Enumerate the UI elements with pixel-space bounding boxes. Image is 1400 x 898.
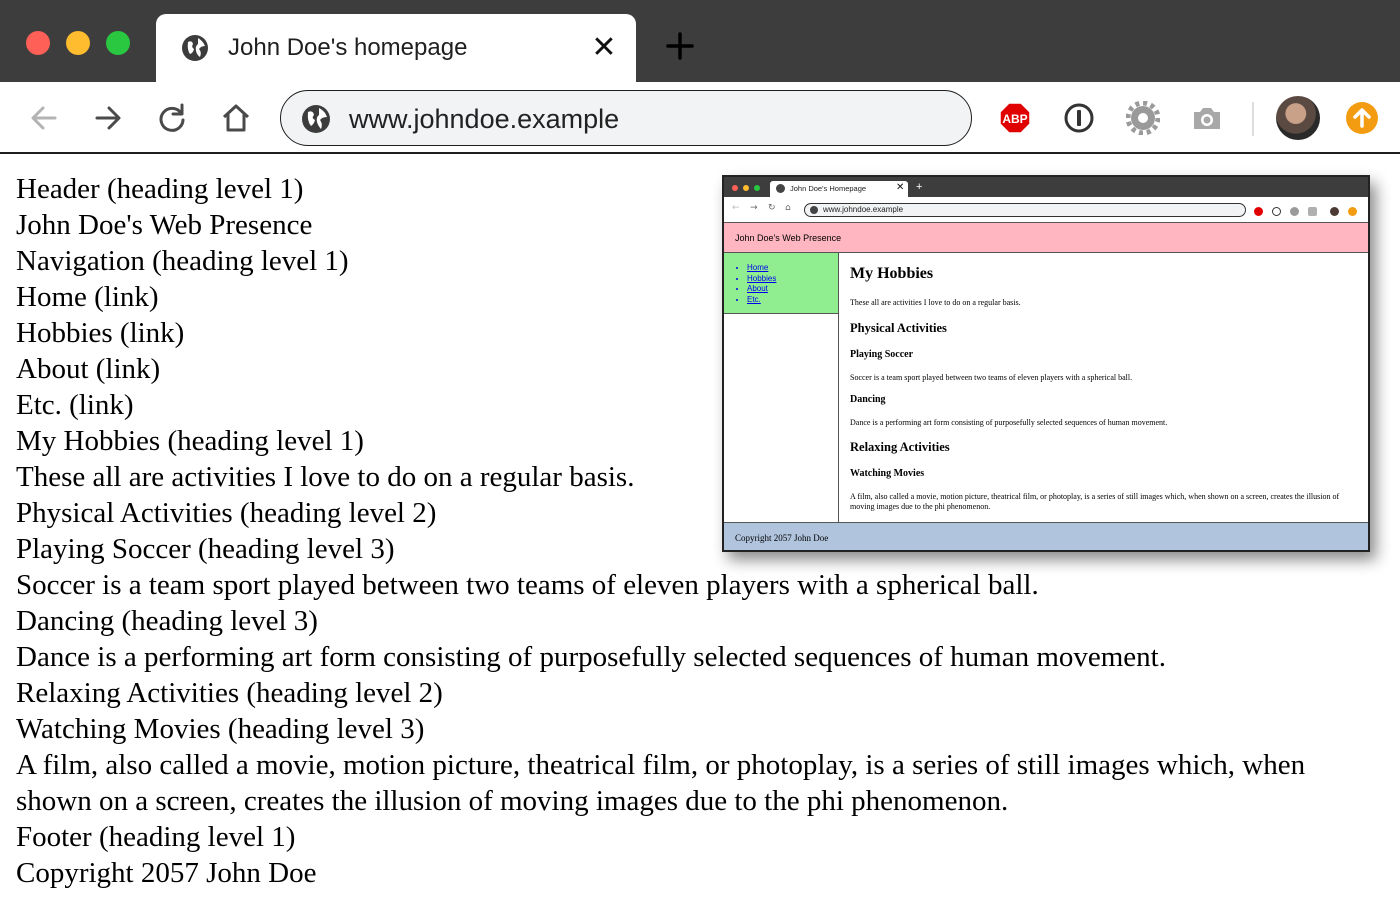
home-icon[interactable] <box>219 101 253 135</box>
preview-heading-2: Relaxing Activities <box>850 440 950 454</box>
window-minimize-button[interactable] <box>66 31 90 55</box>
text-line: Dancing (heading level 3) <box>16 605 318 637</box>
preview-close-dot <box>732 185 738 191</box>
preview-nav-link-etc[interactable]: Etc. <box>747 295 776 306</box>
camera-icon <box>1308 207 1317 216</box>
globe-icon <box>302 105 330 133</box>
settings-gear-icon <box>1290 207 1299 216</box>
tab-close-icon[interactable]: ✕ <box>590 33 618 63</box>
window-close-button[interactable] <box>26 31 50 55</box>
text-line: A film, also called a movie, motion pict… <box>16 749 1306 817</box>
address-bar[interactable]: www.johndoe.example <box>280 90 972 146</box>
new-tab-plus-icon[interactable] <box>664 30 696 62</box>
preview-titlebar: John Doe's Homepage ✕ + <box>724 177 1368 197</box>
preview-maximize-dot <box>754 185 760 191</box>
preview-tab: John Doe's Homepage ✕ <box>770 181 908 197</box>
preview-nav: Home Hobbies About Etc. <box>724 253 839 314</box>
globe-icon <box>776 184 785 193</box>
styled-page-preview: John Doe's Homepage ✕ + ← → ↻ ⌂ www.john… <box>722 175 1370 552</box>
preview-tab-title: John Doe's Homepage <box>790 184 867 193</box>
preview-paragraph: Dance is a performing art form consistin… <box>850 418 1168 427</box>
preview-paragraph: Soccer is a team sport played between tw… <box>850 373 1133 382</box>
preview-heading-3: Watching Movies <box>850 468 925 479</box>
preview-header: John Doe's Web Presence <box>724 223 1368 253</box>
text-line: Watching Movies (heading level 3) <box>16 713 425 745</box>
browser-tab[interactable]: John Doe's homepage ✕ <box>156 14 636 82</box>
update-icon[interactable] <box>1345 101 1379 135</box>
reload-icon[interactable] <box>155 101 189 135</box>
preview-paragraph: These all are activities I love to do on… <box>850 298 1021 307</box>
update-icon <box>1348 207 1357 216</box>
tab-title: John Doe's homepage <box>228 34 468 61</box>
avatar[interactable] <box>1276 96 1320 140</box>
preview-heading-3: Dancing <box>850 394 886 405</box>
preview-nav-link-hobbies[interactable]: Hobbies <box>747 274 776 285</box>
adblock-label: ABP <box>1002 112 1027 126</box>
adblock-plus-icon[interactable]: ABP <box>998 101 1032 135</box>
forward-arrow-icon: → <box>750 203 758 213</box>
preview-paragraph: A film, also called a movie, motion pict… <box>850 492 1340 511</box>
preview-address-bar: www.johndoe.example <box>804 203 1246 217</box>
forward-arrow-icon[interactable] <box>91 101 125 135</box>
preview-site-title: John Doe's Web Presence <box>735 233 842 243</box>
home-icon: ⌂ <box>785 203 791 213</box>
settings-gear-icon[interactable] <box>1126 101 1160 135</box>
text-line: Footer (heading level 1) <box>16 821 296 853</box>
adblock-plus-icon <box>1254 207 1263 216</box>
browser-toolbar: www.johndoe.example ABP <box>0 82 1400 154</box>
globe-icon <box>810 206 818 214</box>
preview-minimize-dot <box>743 185 749 191</box>
preview-nav-link-home[interactable]: Home <box>747 263 776 274</box>
url-text: www.johndoe.example <box>349 104 620 134</box>
preview-heading-3: Playing Soccer <box>850 349 914 360</box>
preview-nav-link-about[interactable]: About <box>747 284 776 295</box>
preview-url: www.johndoe.example <box>823 205 904 214</box>
text-line: Copyright 2057 John Doe <box>16 857 317 889</box>
camera-icon[interactable] <box>1190 101 1224 135</box>
preview-heading-1: My Hobbies <box>850 265 934 282</box>
back-arrow-icon[interactable] <box>27 101 61 135</box>
close-icon: ✕ <box>896 182 905 193</box>
preview-copyright: Copyright 2057 John Doe <box>735 533 829 543</box>
password-manager-icon[interactable] <box>1062 101 1096 135</box>
preview-nav-column <box>724 314 839 522</box>
text-line: Dance is a performing art form consistin… <box>16 641 1166 673</box>
password-manager-icon <box>1272 207 1281 216</box>
preview-nav-list: Home Hobbies About Etc. <box>747 263 776 305</box>
preview-footer: Copyright 2057 John Doe <box>724 522 1368 550</box>
browser-titlebar: John Doe's homepage ✕ <box>0 0 1400 82</box>
toolbar-divider <box>1252 102 1254 136</box>
text-line: Relaxing Activities (heading level 2) <box>16 677 443 709</box>
globe-icon <box>182 35 208 61</box>
preview-toolbar: ← → ↻ ⌂ www.johndoe.example <box>724 197 1368 223</box>
reload-icon: ↻ <box>768 203 776 213</box>
preview-heading-2: Physical Activities <box>850 321 947 335</box>
back-arrow-icon: ← <box>732 203 740 213</box>
text-line: Soccer is a team sport played between tw… <box>16 569 1039 601</box>
window-maximize-button[interactable] <box>106 31 130 55</box>
plus-icon: + <box>916 181 923 193</box>
avatar <box>1330 207 1339 216</box>
